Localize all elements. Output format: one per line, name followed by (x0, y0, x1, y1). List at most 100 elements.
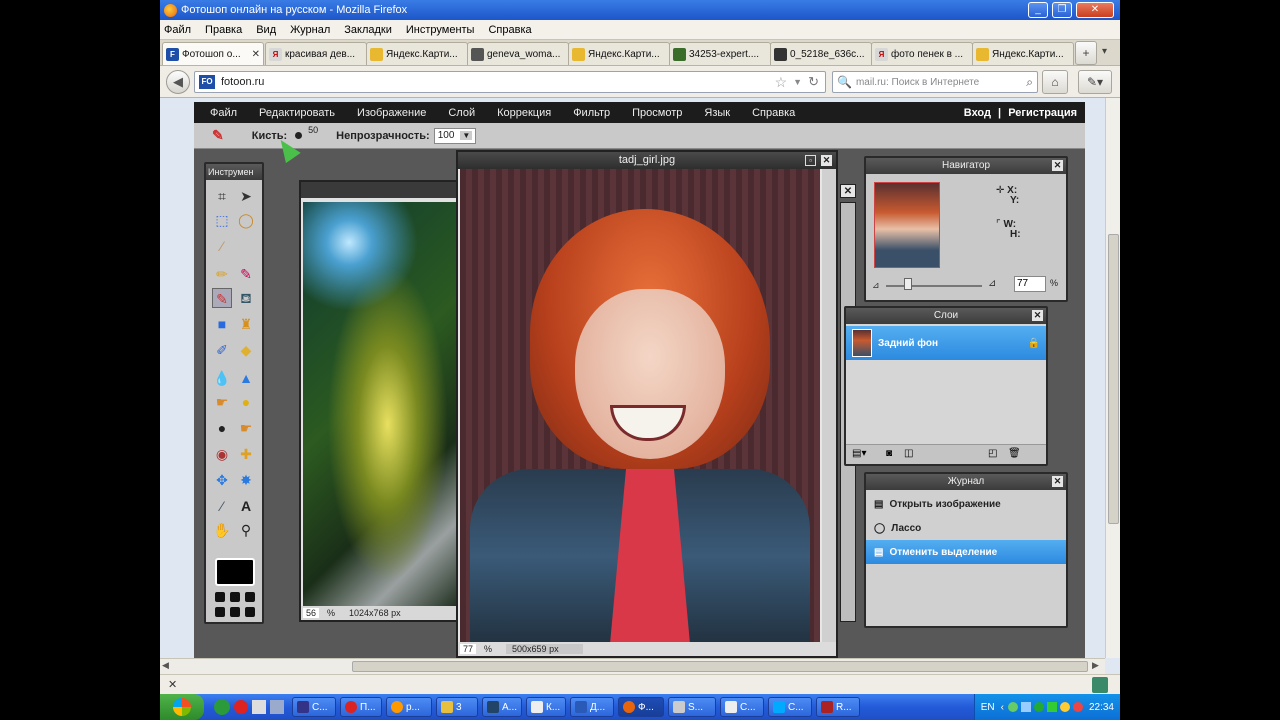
menu-file[interactable]: Файл (164, 24, 191, 36)
maximize-icon[interactable]: ▫ (805, 155, 816, 166)
sponge-tool-icon[interactable]: ● (236, 392, 256, 412)
opera-icon[interactable] (234, 700, 248, 714)
zoom-out-icon[interactable]: ⊿ (872, 280, 880, 291)
tray-icon[interactable] (1072, 702, 1083, 712)
start-button[interactable] (160, 694, 204, 720)
crop-tool-icon[interactable]: ⌗ (212, 186, 232, 206)
vertical-scrollbar[interactable] (1105, 98, 1120, 658)
minimize-button[interactable]: _ (1028, 2, 1048, 18)
brush-tool-icon[interactable]: ✎ (236, 264, 256, 284)
history-item[interactable]: ▤ Открыть изображение (866, 492, 1066, 516)
chevron-left-icon[interactable]: ‹ (1001, 702, 1004, 713)
color-swatch[interactable] (215, 558, 255, 586)
editor-menu-adjust[interactable]: Коррекция (497, 107, 551, 119)
opacity-select[interactable]: 100 ▼ (433, 127, 477, 144)
tab-item[interactable]: 0_5218e_636c... (770, 42, 872, 65)
register-link[interactable]: Регистрация (1008, 107, 1077, 119)
shape-tool-icon[interactable]: ◆ (236, 340, 256, 360)
colorpicker-tool-icon[interactable]: ⁄ (212, 496, 232, 516)
editor-menu-image[interactable]: Изображение (357, 107, 426, 119)
zoom-slider-thumb[interactable] (904, 278, 912, 290)
editor-menu-language[interactable]: Язык (704, 107, 730, 119)
tab-item[interactable]: F Фотошоп о... ✕ (162, 42, 264, 65)
reload-icon[interactable]: ↻ (808, 74, 819, 90)
tab-list-icon[interactable]: ▾ (1102, 46, 1107, 57)
bucket-tool-icon[interactable]: ⛾ (236, 288, 256, 308)
taskbar-item[interactable]: К... (526, 697, 566, 717)
taskbar-item[interactable]: Д... (570, 697, 614, 717)
editor-menu-edit[interactable]: Редактировать (259, 107, 335, 119)
zoom-input[interactable]: 77 (1014, 276, 1046, 292)
taskbar-item[interactable]: 3 (436, 697, 478, 717)
tray-icon[interactable] (1020, 702, 1031, 712)
tray-icon[interactable] (1059, 702, 1070, 712)
marquee-tool-icon[interactable]: ⬚ (212, 210, 232, 230)
url-bar[interactable]: FO fotoon.ru ☆ ▼ ↻ (194, 71, 826, 93)
editor-menu-layer[interactable]: Слой (448, 107, 475, 119)
tab-item[interactable]: Якрасивая дев... (265, 42, 367, 65)
pencil-tool-icon[interactable]: ✏ (212, 264, 232, 284)
burn-tool-icon[interactable]: ● (212, 418, 232, 438)
taskbar-item[interactable]: С... (768, 697, 812, 717)
tab-item[interactable]: geneva_woma... (467, 42, 569, 65)
hand-tool-icon[interactable]: ✋ (212, 520, 232, 540)
delete-layer-icon[interactable]: 🗑 (1008, 448, 1021, 459)
zoom-slider[interactable] (886, 285, 982, 287)
tab-item[interactable]: Яфото пенек в ... (871, 42, 973, 65)
zoom-in-icon[interactable]: ⊿ (988, 278, 996, 289)
maximize-button[interactable]: ❐ (1052, 2, 1072, 18)
swatch-controls[interactable] (215, 592, 255, 620)
layer-row[interactable]: Задний фон 🔒 (846, 326, 1046, 360)
taskbar-item[interactable]: р... (386, 697, 432, 717)
taskbar-item[interactable]: Ф... (618, 697, 664, 717)
search-icon[interactable]: ⌕ (1026, 75, 1033, 90)
close-icon[interactable]: ✕ (1052, 160, 1063, 171)
close-icon[interactable]: ✕ (840, 184, 856, 198)
back-button[interactable]: ◀ (166, 70, 190, 94)
lasso-tool-icon[interactable]: ◯ (236, 210, 256, 230)
scroll-left-icon[interactable]: ◀ (162, 660, 169, 671)
horizontal-scrollbar[interactable]: ◀ ▶ (160, 658, 1105, 674)
taskbar-item[interactable]: П... (340, 697, 382, 717)
menu-edit[interactable]: Правка (205, 24, 242, 36)
tray-icon[interactable] (1033, 702, 1044, 712)
colorreplace-tool-icon[interactable]: ✐ (212, 340, 232, 360)
navigator-thumbnail[interactable] (874, 182, 940, 268)
image-2-scrollbar[interactable] (822, 169, 836, 644)
eraser-tool-icon[interactable]: ✎ (212, 288, 232, 308)
menu-view[interactable]: Вид (256, 24, 276, 36)
tray-icon[interactable] (1007, 702, 1018, 712)
image-window-1-titlebar[interactable] (301, 182, 457, 198)
dodge-tool-icon[interactable]: ☛ (236, 418, 256, 438)
search-input[interactable]: 🔍 mail.ru: Поиск в Интернете ⌕ (832, 71, 1038, 93)
tab-item[interactable]: Яндекс.Карти... (972, 42, 1074, 65)
editor-menu-filter[interactable]: Фильтр (573, 107, 610, 119)
bookmark-star-icon[interactable]: ☆ (775, 74, 788, 91)
lock-icon[interactable]: 🔒 (1028, 338, 1040, 349)
quicklaunch-icon[interactable] (270, 700, 284, 714)
smudge-tool-icon[interactable]: ☛ (212, 392, 232, 412)
image-window-1[interactable]: 56 % 1024x768 px (299, 180, 459, 622)
taskbar-item[interactable]: R... (816, 697, 860, 717)
scroll-thumb[interactable] (1108, 234, 1119, 524)
taskbar-item[interactable]: S... (668, 697, 716, 717)
taskbar-item[interactable]: С... (292, 697, 336, 717)
pinch-tool-icon[interactable]: ✸ (236, 470, 256, 490)
tray-icon[interactable] (1046, 702, 1057, 712)
menu-help[interactable]: Справка (488, 24, 531, 36)
scroll-thumb[interactable] (352, 661, 1088, 672)
login-link[interactable]: Вход (964, 107, 991, 119)
dropdown-arrow-icon[interactable]: ▼ (793, 77, 802, 87)
sharpen-tool-icon[interactable]: ▲ (236, 368, 256, 388)
layer-settings-icon[interactable]: ▤▾ (852, 448, 866, 459)
editor-menu-file[interactable]: Файл (210, 107, 237, 119)
bloat-tool-icon[interactable]: ✥ (212, 470, 232, 490)
history-item[interactable]: ◯ Лассо (866, 516, 1066, 540)
redeye-tool-icon[interactable]: ◉ (212, 444, 232, 464)
history-item[interactable]: ▤ Отменить выделение (866, 540, 1066, 564)
zoom-field[interactable]: 77 (460, 644, 477, 654)
tab-item[interactable]: Яндекс.Карти... (568, 42, 670, 65)
image-window-2-titlebar[interactable]: tadj_girl.jpg ▫ ✕ (458, 152, 836, 169)
editor-menu-help[interactable]: Справка (752, 107, 795, 119)
scroll-right-icon[interactable]: ▶ (1092, 660, 1099, 671)
